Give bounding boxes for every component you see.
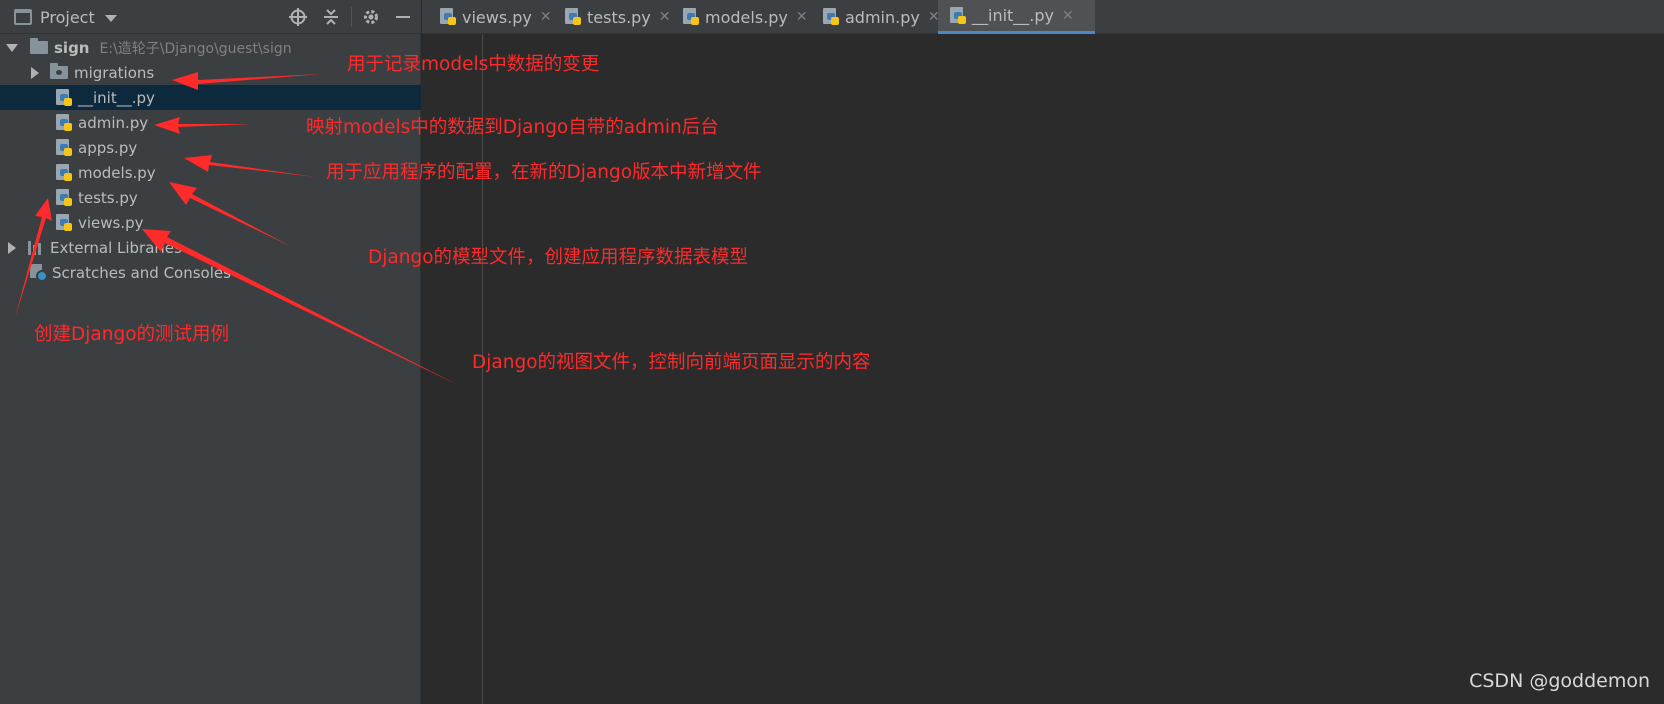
collapsed-arrow-icon[interactable] [31,66,39,79]
minimize-icon[interactable] [393,7,413,27]
tree-item-external-libraries[interactable]: External Libraries [0,235,421,260]
root-folder-label: sign [54,38,90,57]
python-file-icon [823,8,839,26]
annotation-admin: 映射models中的数据到Django自带的admin后台 [306,117,719,138]
watermark: CSDN @goddemon [1469,670,1650,692]
project-panel-title: Project [40,7,95,27]
root-folder-path: E:\造轮子\Django\guest\sign [99,40,292,57]
tree-item-label: models.py [78,163,156,182]
tree-item-tests-py[interactable]: tests.py [0,185,421,210]
scratches-icon [30,263,48,282]
python-file-icon [56,113,72,132]
annotation-models: Django的模型文件，创建应用程序数据表模型 [368,247,749,268]
project-window-icon [14,9,32,25]
locate-icon[interactable] [288,7,308,27]
python-file-icon [56,188,72,207]
tree-item-label: views.py [78,213,144,232]
tree-item-label: migrations [74,63,155,82]
tab-views-py[interactable]: views.py ✕ [428,0,552,34]
tab-admin-py[interactable]: admin.py ✕ [811,0,940,34]
tree-item-label: External Libraries [50,238,182,257]
close-icon[interactable]: ✕ [540,9,552,25]
package-folder-icon [50,63,68,79]
tree-item-label: apps.py [78,138,138,157]
tree-item-label: admin.py [78,113,149,132]
python-file-icon [56,213,72,232]
python-file-icon [565,8,581,26]
tree-item-label: tests.py [78,188,138,207]
tab-models-py[interactable]: models.py ✕ [671,0,808,34]
tree-item-label: Scratches and Consoles [52,263,231,282]
python-file-icon [56,163,72,182]
project-view-selector[interactable]: Project [14,6,117,28]
chevron-down-icon [104,14,117,22]
tab-label: tests.py [587,7,651,27]
tree-item-views-py[interactable]: views.py [0,210,421,235]
python-file-icon [950,6,966,25]
project-panel-header: Project [0,0,421,34]
library-icon [28,240,44,255]
editor-tab-bar: views.py ✕ tests.py ✕ models.py ✕ admin.… [422,0,1664,34]
python-file-icon [683,8,699,26]
project-tool-window: Project sign E:\造轮子\Django\guest\sign mi… [0,0,421,704]
close-icon[interactable]: ✕ [659,9,671,25]
tab-init-py[interactable]: __init__.py ✕ [938,0,1095,34]
header-divider [351,7,352,27]
annotation-tests: 创建Django的测试用例 [34,324,230,345]
python-file-icon [56,88,72,107]
expand-arrow-icon[interactable] [6,43,18,52]
annotation-views: Django的视图文件，控制向前端页面显示的内容 [472,352,871,373]
annotation-apps: 用于应用程序的配置，在新的Django版本中新增文件 [326,162,762,183]
tree-item-init-py[interactable]: __init__.py [0,85,421,110]
folder-icon [30,38,48,54]
tab-label: __init__.py [972,6,1055,25]
close-icon[interactable]: ✕ [1062,8,1074,24]
tree-item-label: __init__.py [78,88,155,107]
gear-icon[interactable] [361,7,381,27]
tab-tests-py[interactable]: tests.py ✕ [553,0,671,34]
tab-label: admin.py [845,7,920,27]
tab-label: views.py [462,7,532,27]
ide-window: Project sign E:\造轮子\Django\guest\sign mi… [0,0,1664,704]
annotation-migrations: 用于记录models中数据的变更 [347,54,600,75]
tab-label: models.py [705,7,788,27]
close-icon[interactable]: ✕ [796,9,808,25]
python-file-icon [440,8,456,26]
collapse-all-icon[interactable] [321,7,341,27]
collapsed-arrow-icon[interactable] [8,241,16,254]
python-file-icon [56,138,72,157]
tree-item-scratches[interactable]: Scratches and Consoles [0,260,421,285]
